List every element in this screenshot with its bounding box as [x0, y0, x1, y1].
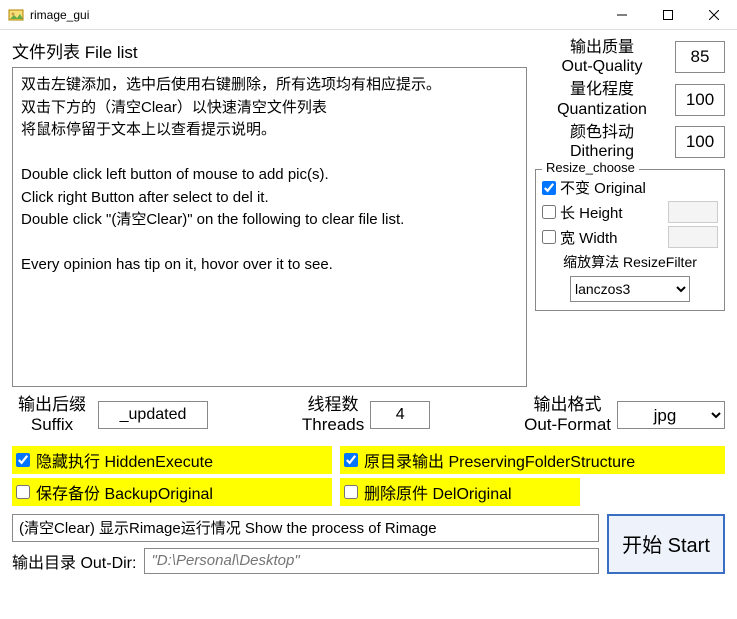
resize-height-input[interactable] — [668, 201, 718, 223]
resize-width-label: 宽 Width — [560, 227, 664, 248]
resize-legend: Resize_choose — [542, 160, 639, 175]
resize-width-input[interactable] — [668, 226, 718, 248]
resize-height-label: 长 Height — [560, 202, 664, 223]
start-button[interactable]: 开始 Start — [607, 514, 725, 574]
quantization-input[interactable] — [675, 84, 725, 116]
suffix-input[interactable] — [98, 401, 208, 429]
dithering-label: 颜色抖动 Dithering — [535, 123, 669, 161]
resize-height-checkbox[interactable] — [542, 205, 556, 219]
hidden-execute-label: 隐藏执行 HiddenExecute — [36, 448, 213, 472]
preserving-folder-check[interactable]: 原目录输出 PreservingFolderStructure — [340, 446, 725, 474]
resize-filter-select[interactable]: lanczos3 — [570, 276, 690, 302]
filelist-box[interactable]: 双击左键添加，选中后使用右键删除，所有选项均有相应提示。 双击下方的（清空Cle… — [12, 67, 527, 387]
out-quality-label: 输出质量 Out-Quality — [535, 38, 669, 76]
preserving-folder-label: 原目录输出 PreservingFolderStructure — [364, 448, 635, 472]
quantization-label: 量化程度 Quantization — [535, 80, 669, 118]
resize-original-checkbox[interactable] — [542, 181, 556, 195]
resize-original-label: 不变 Original — [560, 177, 718, 198]
hidden-execute-checkbox[interactable] — [16, 453, 30, 467]
format-select[interactable]: jpg — [617, 401, 725, 429]
hidden-execute-check[interactable]: 隐藏执行 HiddenExecute — [12, 446, 332, 474]
threads-input[interactable] — [370, 401, 430, 429]
format-label: 输出格式 Out-Format — [524, 395, 611, 436]
titlebar: rimage_gui — [0, 0, 737, 30]
dithering-input[interactable] — [675, 126, 725, 158]
outdir-label: 输出目录 Out-Dir: — [12, 549, 136, 573]
app-icon — [8, 7, 24, 23]
process-box[interactable]: (清空Clear) 显示Rimage运行情况 Show the process … — [12, 514, 599, 542]
del-original-label: 删除原件 DelOriginal — [364, 480, 512, 504]
threads-label: 线程数 Threads — [302, 395, 364, 436]
window-title: rimage_gui — [30, 8, 599, 22]
del-original-check[interactable]: 删除原件 DelOriginal — [340, 478, 580, 506]
preserving-folder-checkbox[interactable] — [344, 453, 358, 467]
resize-width-checkbox[interactable] — [542, 230, 556, 244]
backup-original-checkbox[interactable] — [16, 485, 30, 499]
backup-original-label: 保存备份 BackupOriginal — [36, 480, 213, 504]
backup-original-check[interactable]: 保存备份 BackupOriginal — [12, 478, 332, 506]
minimize-button[interactable] — [599, 0, 645, 30]
out-quality-input[interactable] — [675, 41, 725, 73]
resize-filter-label: 缩放算法 ResizeFilter — [542, 252, 718, 272]
close-button[interactable] — [691, 0, 737, 30]
suffix-label: 输出后缀 Suffix — [12, 395, 92, 436]
outdir-input[interactable] — [144, 548, 599, 574]
resize-group: Resize_choose 不变 Original 长 Height 宽 Wid… — [535, 169, 725, 311]
maximize-button[interactable] — [645, 0, 691, 30]
filelist-label: 文件列表 File list — [12, 38, 527, 63]
del-original-checkbox[interactable] — [344, 485, 358, 499]
